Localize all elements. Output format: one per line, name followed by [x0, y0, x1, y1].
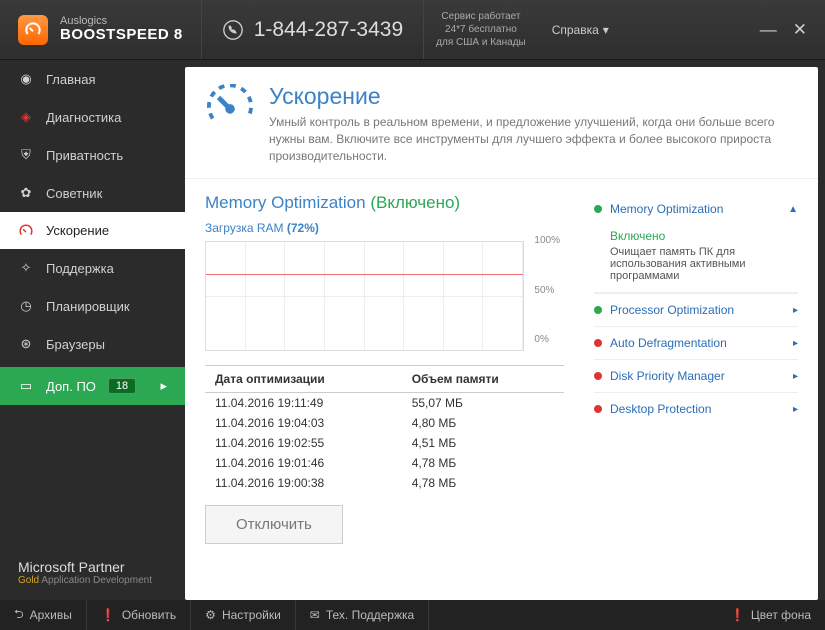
chevron-right-icon: ▸	[793, 371, 798, 382]
nav-scheduler[interactable]: ◷Планировщик	[0, 287, 185, 325]
table-row: 11.04.2016 19:01:464,78 МБ	[205, 453, 564, 473]
tools-list: Memory Optimization▲ Включено Очищает па…	[580, 193, 798, 586]
table-row: 11.04.2016 19:00:384,78 МБ	[205, 473, 564, 493]
help-menu[interactable]: Справка ▾	[538, 23, 623, 37]
nav-home[interactable]: ◉Главная	[0, 60, 185, 98]
phone-icon	[222, 19, 244, 41]
page-header: Ускорение Умный контроль в реальном врем…	[185, 67, 818, 179]
ram-chart	[205, 241, 524, 351]
nav-extra-software[interactable]: ▭ Доп. ПО 18 ▸	[0, 367, 185, 405]
table-row: 11.04.2016 19:02:554,51 МБ	[205, 433, 564, 453]
phone-number: 1-844-287-3439	[254, 18, 403, 42]
tool-memory[interactable]: Memory Optimization▲	[594, 193, 798, 225]
nav-speedup[interactable]: Ускорение	[0, 212, 185, 249]
ram-label: Загрузка RAM (72%)	[205, 221, 564, 235]
close-button[interactable]: ✕	[793, 20, 807, 40]
table-row: 11.04.2016 19:11:4955,07 МБ	[205, 393, 564, 414]
chevron-up-icon: ▲	[788, 204, 798, 215]
gear-icon: ⚙	[205, 608, 216, 622]
nav-diagnostics[interactable]: ◈Диагностика	[0, 98, 185, 136]
footer-archive[interactable]: ⮌Архивы	[0, 600, 87, 630]
optimization-table: Дата оптимизацииОбъем памяти 11.04.2016 …	[205, 365, 564, 493]
chart-line	[206, 274, 523, 275]
wrench-icon: ✧	[18, 260, 34, 276]
chevron-right-icon: ▸	[793, 404, 798, 415]
section-title: Memory Optimization (Включено)	[205, 193, 564, 213]
nav-support[interactable]: ✧Поддержка	[0, 249, 185, 287]
alert-icon: ❗	[101, 608, 116, 622]
back-icon: ⮌	[14, 605, 24, 626]
gear-icon: ✿	[18, 185, 34, 201]
globe-icon: ⊛	[18, 336, 34, 352]
product-name: BOOSTSPEED 8	[60, 27, 183, 44]
status-dot-icon	[594, 405, 602, 413]
sidebar: ◉Главная ◈Диагностика ⛨Приватность ✿Сове…	[0, 60, 185, 600]
status-dot-icon	[594, 339, 602, 347]
nav-privacy[interactable]: ⛨Приватность	[0, 136, 185, 174]
minimize-button[interactable]: —	[760, 20, 777, 40]
footer-update[interactable]: ❗Обновить	[87, 600, 191, 630]
target-icon: ◉	[18, 71, 34, 87]
shield-icon: ⛨	[18, 147, 34, 163]
chevron-down-icon: ▾	[603, 23, 609, 37]
status-dot-icon	[594, 205, 602, 213]
chevron-right-icon: ▸	[793, 338, 798, 349]
chat-icon: ✉	[310, 608, 320, 622]
alert-icon: ◈	[18, 109, 34, 125]
footer-support[interactable]: ✉Тех. Поддержка	[296, 600, 429, 630]
service-info: Сервис работает 24*7 бесплатно для США и…	[424, 10, 538, 49]
content: Ускорение Умный контроль в реальном врем…	[185, 67, 818, 600]
chart-y-ticks: 100%50%0%	[534, 235, 560, 345]
chevron-right-icon: ▸	[793, 305, 798, 316]
page-desc: Умный контроль в реальном времени, и пре…	[269, 114, 796, 164]
th-date: Дата оптимизации	[205, 366, 402, 393]
logo: Auslogics BOOSTSPEED 8	[0, 15, 201, 45]
gauge-icon	[18, 224, 34, 238]
extra-badge: 18	[108, 378, 136, 394]
tool-detail: Включено Очищает память ПК для использов…	[594, 225, 798, 293]
disable-button[interactable]: Отключить	[205, 505, 343, 544]
status-dot-icon	[594, 372, 602, 380]
tool-processor[interactable]: Processor Optimization▸	[594, 293, 798, 326]
nav-advisor[interactable]: ✿Советник	[0, 174, 185, 212]
alert-icon: ❗	[730, 608, 745, 622]
tool-defrag[interactable]: Auto Defragmentation▸	[594, 326, 798, 359]
briefcase-icon: ▭	[18, 378, 34, 394]
footer: ⮌Архивы ❗Обновить ⚙Настройки ✉Тех. Подде…	[0, 600, 825, 630]
tool-desktop-protection[interactable]: Desktop Protection▸	[594, 392, 798, 425]
phone-box: 1-844-287-3439	[201, 0, 424, 59]
table-row: 11.04.2016 19:04:034,80 МБ	[205, 413, 564, 433]
th-size: Объем памяти	[402, 366, 564, 393]
clock-icon: ◷	[18, 298, 34, 314]
logo-icon	[18, 15, 48, 45]
page-gauge-icon	[207, 83, 253, 131]
chevron-right-icon: ▸	[160, 378, 167, 394]
tool-disk-priority[interactable]: Disk Priority Manager▸	[594, 359, 798, 392]
partner-badge: Microsoft Partner Gold Application Devel…	[0, 545, 185, 600]
page-title: Ускорение	[269, 83, 796, 110]
status-dot-icon	[594, 306, 602, 314]
nav-browsers[interactable]: ⊛Браузеры	[0, 325, 185, 363]
footer-settings[interactable]: ⚙Настройки	[191, 600, 296, 630]
titlebar: Auslogics BOOSTSPEED 8 1-844-287-3439 Се…	[0, 0, 825, 60]
footer-theme[interactable]: ❗Цвет фона	[716, 600, 825, 630]
